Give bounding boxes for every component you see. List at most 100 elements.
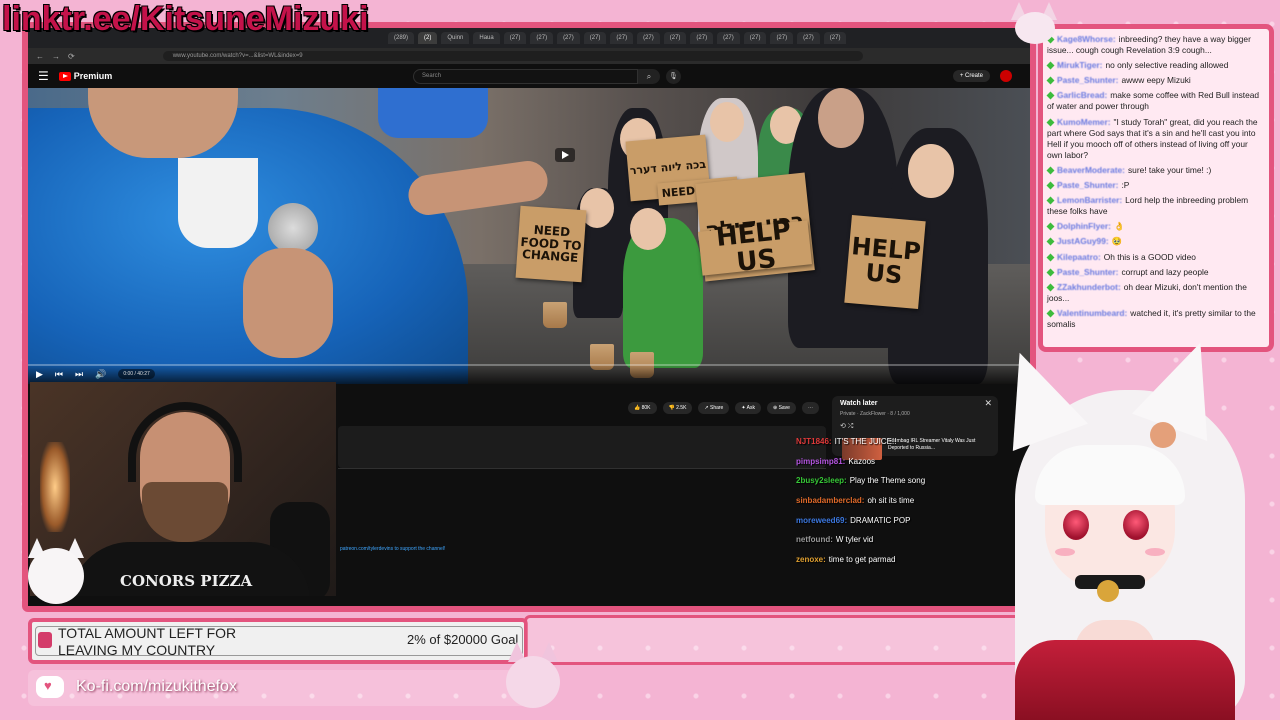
chat-username[interactable]: Valentinumbeard:: [1057, 308, 1127, 318]
chat-username[interactable]: Kilepaatro:: [1057, 252, 1101, 262]
like-button[interactable]: 👍 80K: [628, 402, 657, 414]
loop-shuffle-icon[interactable]: ⟲ ⤮: [840, 422, 853, 431]
inner-chat-message: NJT1846: IT'S THE JUICE!!: [796, 432, 976, 452]
chat-username[interactable]: BeaverModerate:: [1057, 165, 1125, 175]
share-button[interactable]: ↗ Share: [698, 402, 730, 414]
notifications-icon[interactable]: [1000, 70, 1012, 82]
chat-message: Valentinumbeard: watched it, it's pretty …: [1046, 308, 1265, 330]
play-overlay-icon[interactable]: [555, 148, 575, 162]
browser-tab[interactable]: (27): [637, 32, 660, 44]
inner-chat-text: W tyler vid: [835, 535, 874, 545]
subscriber-badge-icon: [1046, 181, 1055, 190]
inner-chat-text: IT'S THE JUICE!!: [834, 437, 897, 447]
reload-icon[interactable]: ⟳: [68, 52, 75, 61]
video-cup: [543, 302, 567, 328]
kofi-icon: [36, 676, 64, 698]
chat-username[interactable]: DolphinFlyer:: [1057, 221, 1111, 231]
vtuber-eye: [1123, 510, 1149, 540]
browser-tab[interactable]: Quinn: [441, 32, 470, 44]
video-progress-bar[interactable]: [28, 364, 1030, 366]
subscriber-badge-icon: [1046, 283, 1055, 292]
save-button[interactable]: ⊕ Save: [766, 402, 796, 414]
play-icon[interactable]: ▶: [36, 369, 43, 380]
dislike-button[interactable]: 👎 2.5K: [662, 402, 693, 414]
chat-message: GarlicBread: make some coffee with Red Bu…: [1046, 90, 1265, 112]
inner-chat-username[interactable]: sinbadamberclad:: [796, 496, 864, 505]
inner-chat-username[interactable]: pimpsimp81:: [796, 457, 845, 466]
previous-icon[interactable]: ⏮: [55, 369, 63, 380]
back-icon[interactable]: ←: [36, 52, 44, 61]
browser-tab[interactable]: (27): [770, 32, 794, 44]
browser-tab[interactable]: (27): [717, 32, 740, 44]
inner-chat-username[interactable]: moreweed69:: [796, 516, 847, 525]
search-icon[interactable]: ⌕: [638, 69, 660, 84]
chat-text: Oh this is a GOOD video: [1103, 251, 1196, 262]
browser-tab[interactable]: Haua: [473, 32, 500, 44]
youtube-logo[interactable]: Premium: [58, 71, 112, 81]
chat-username[interactable]: Kage8Whorse:: [1057, 34, 1116, 44]
chat-text: no only selective reading allowed: [1105, 60, 1229, 71]
search-input[interactable]: Search: [413, 69, 638, 84]
inner-chat-username[interactable]: netfound:: [796, 535, 833, 544]
divider: [338, 468, 826, 469]
browser-tab[interactable]: (27): [610, 32, 634, 44]
chat-username[interactable]: KumoMemer:: [1057, 117, 1111, 127]
video-reporter-head: [88, 88, 238, 158]
url-field[interactable]: www.youtube.com/watch?v=...&list=WL&inde…: [162, 51, 863, 61]
browser-tab[interactable]: (27): [503, 32, 527, 44]
chat-username[interactable]: Paste_Shunter:: [1057, 75, 1118, 85]
video-player[interactable]: בכה ליוה דערר NEED FOOD NEED FOOD TO CHA…: [28, 88, 1030, 384]
chat-message: Kilepaatro: Oh this is a GOOD video: [1046, 251, 1265, 263]
browser-tab[interactable]: (27): [743, 32, 767, 44]
kofi-link: Ko-fi.com/mizukithefox: [76, 678, 237, 695]
browser-tab[interactable]: (27): [583, 32, 607, 44]
chat-username[interactable]: Paste_Shunter:: [1057, 180, 1118, 190]
chat-username[interactable]: MirukTiger:: [1057, 60, 1102, 70]
chat-username[interactable]: JustAGuy99:: [1057, 236, 1109, 246]
inner-chat-username[interactable]: NJT1846:: [796, 437, 832, 446]
next-icon[interactable]: ⏭: [75, 369, 83, 380]
subscriber-badge-icon: [1046, 253, 1055, 261]
chibi-fox-head: [1015, 12, 1055, 44]
chat-text: sure! take your time! :): [1127, 164, 1212, 175]
patreon-link[interactable]: patreon.com/tylerdevins to support the c…: [340, 546, 445, 552]
chat-username[interactable]: Paste_Shunter:: [1057, 267, 1118, 277]
volume-icon[interactable]: 🔊: [95, 369, 106, 380]
kofi-cup-icon: [38, 632, 52, 648]
browser-tab[interactable]: (27): [690, 32, 714, 44]
inner-chat-text: oh sit its time: [867, 496, 915, 506]
create-button[interactable]: + Create: [952, 70, 990, 82]
browser-tab[interactable]: (27): [663, 32, 687, 44]
chat-username[interactable]: GarlicBread:: [1057, 90, 1107, 100]
chat-username[interactable]: ZZakhunderbot:: [1057, 282, 1121, 292]
menu-icon[interactable]: ☰: [38, 69, 49, 83]
lower-third-frame: [524, 615, 1024, 665]
vtuber-outfit: [1015, 640, 1235, 720]
description-box[interactable]: [338, 426, 826, 468]
browser-tab[interactable]: (2): [418, 32, 438, 44]
forward-icon[interactable]: →: [52, 52, 60, 61]
video-scene-car: [378, 88, 488, 138]
chat-message: BeaverModerate: sure! take your time! :): [1046, 164, 1265, 176]
chat-message: ZZakhunderbot: oh dear Mizuki, don't ment…: [1046, 282, 1265, 304]
kofi-bar: Ko-fi.com/mizukithefox: [28, 670, 528, 706]
inner-chat-username[interactable]: 2busy2sleep:: [796, 476, 847, 485]
video-figure-face: [908, 144, 954, 198]
more-icon[interactable]: ⋯: [801, 402, 819, 414]
chat-text: :P: [1121, 180, 1130, 191]
chat-message: Paste_Shunter::P: [1046, 180, 1265, 191]
watch-later-title: Watch later: [840, 400, 878, 407]
microphone-icon[interactable]: 🎙: [666, 69, 681, 84]
chat-username[interactable]: LemonBarrister:: [1057, 195, 1122, 205]
browser-tab[interactable]: (27): [823, 32, 847, 44]
browser-tab[interactable]: (27): [530, 32, 554, 44]
video-action-row: 👍 80K 👎 2.5K ↗ Share ✦ Ask ⊕ Save ⋯: [628, 402, 819, 414]
subscriber-badge-icon: [1046, 91, 1055, 100]
browser-tab[interactable]: (27): [797, 32, 820, 44]
chat-text: awww eepy Mizuki: [1121, 75, 1191, 86]
browser-tab[interactable]: (289): [388, 32, 415, 44]
ask-button[interactable]: ✦ Ask: [735, 402, 761, 414]
browser-tab[interactable]: (27): [557, 32, 580, 44]
inner-chat-username[interactable]: zenoxe:: [796, 555, 826, 564]
subscriber-badge-icon: [1046, 196, 1055, 205]
